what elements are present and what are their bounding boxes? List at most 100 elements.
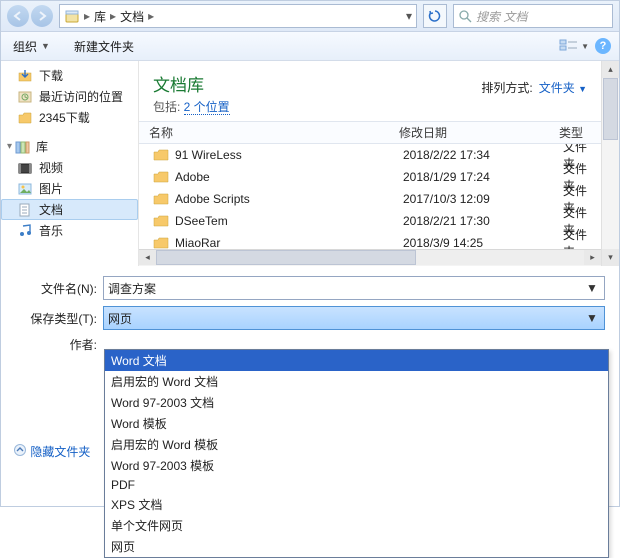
column-date[interactable]: 修改日期 <box>389 124 549 141</box>
scroll-down-button[interactable]: ▾ <box>602 249 619 266</box>
chevron-up-icon <box>13 443 27 457</box>
chevron-down-icon: ▼ <box>581 42 589 51</box>
dropdown-option[interactable]: XPS 文档 <box>105 494 608 515</box>
hide-folders-link[interactable]: 隐藏文件夹 <box>13 443 90 460</box>
file-list: 91 WireLess2018/2/22 17:34文件夹 Adobe 2018/1… <box>139 144 601 249</box>
chevron-down-icon: ▼ <box>578 84 587 94</box>
folder-icon <box>153 170 169 184</box>
search-icon <box>458 9 472 23</box>
dropdown-option[interactable]: 启用宏的 Word 模板 <box>105 434 608 455</box>
filename-value: 调查方案 <box>108 280 156 297</box>
nav-back-button[interactable] <box>7 5 29 27</box>
sidebar-item-documents[interactable]: 文档 <box>1 199 138 220</box>
file-date: 2018/1/29 17:24 <box>393 170 553 184</box>
filetype-select[interactable]: 网页 ▼ <box>103 306 605 330</box>
filename-label: 文件名(N): <box>1 280 103 297</box>
table-row[interactable]: DSeeTem2018/2/21 17:30文件夹 <box>139 210 601 232</box>
table-row[interactable]: Adobe Scripts2017/10/3 12:09文件夹 <box>139 188 601 210</box>
folder-icon <box>153 236 169 249</box>
sidebar-item-2345[interactable]: 2345下载 <box>1 107 138 128</box>
sidebar-item-video[interactable]: 视频 <box>1 157 138 178</box>
filename-input[interactable]: 调查方案 ▼ <box>103 276 605 300</box>
refresh-icon <box>428 9 442 23</box>
breadcrumb-segment[interactable]: 库 <box>94 8 106 25</box>
table-row[interactable]: 91 WireLess2018/2/22 17:34文件夹 <box>139 144 601 166</box>
chevron-right-icon: ▸ <box>148 9 154 23</box>
sidebar-group-library[interactable]: ▾ 库 <box>1 136 138 157</box>
dropdown-option[interactable]: 单个文件网页 <box>105 515 608 536</box>
dropdown-icon[interactable]: ▾ <box>406 9 412 23</box>
new-folder-label: 新建文件夹 <box>74 38 134 55</box>
nav-forward-button[interactable] <box>31 5 53 27</box>
recent-icon <box>17 89 33 105</box>
file-date: 2018/2/22 17:34 <box>393 148 553 162</box>
file-name: Adobe <box>175 170 210 184</box>
sidebar-item-label: 文档 <box>39 201 63 218</box>
organize-button[interactable]: 组织 ▼ <box>9 36 54 57</box>
column-name[interactable]: 名称 <box>139 124 389 141</box>
sidebar-item-label: 2345下载 <box>39 109 90 126</box>
chevron-down-icon[interactable]: ▼ <box>584 311 600 325</box>
organize-label: 组织 <box>13 38 37 55</box>
dropdown-option[interactable]: Word 97-2003 模板 <box>105 455 608 476</box>
sidebar-item-pictures[interactable]: 图片 <box>1 178 138 199</box>
download-icon <box>17 68 33 84</box>
scroll-left-button[interactable]: ◂ <box>139 250 156 265</box>
breadcrumb-segment[interactable]: 文档 <box>120 8 144 25</box>
sort-value-link[interactable]: 文件夹 ▼ <box>539 79 587 96</box>
search-input[interactable]: 搜索 文档 <box>453 4 613 28</box>
breadcrumb[interactable]: ▸ 库 ▸ 文档 ▸ ▾ <box>59 4 417 28</box>
scroll-right-button[interactable]: ▸ <box>584 250 601 265</box>
column-type[interactable]: 类型 <box>549 124 601 141</box>
folder-icon <box>153 192 169 206</box>
new-folder-button[interactable]: 新建文件夹 <box>70 36 138 57</box>
file-name: Adobe Scripts <box>175 192 250 206</box>
file-name: MiaoRar <box>175 236 220 249</box>
library-title: 文档库 <box>153 71 230 96</box>
sidebar: 下载 最近访问的位置 2345下载 ▾ 库 视频 图片 文档 <box>1 61 139 266</box>
filetype-value: 网页 <box>108 310 132 327</box>
video-icon <box>17 160 33 176</box>
dropdown-option[interactable]: Word 模板 <box>105 413 608 434</box>
sidebar-item-recent[interactable]: 最近访问的位置 <box>1 86 138 107</box>
scroll-thumb[interactable] <box>156 250 416 265</box>
library-subtitle: 包括: 2 个位置 <box>153 98 230 115</box>
filetype-dropdown[interactable]: Word 文档启用宏的 Word 文档Word 97-2003 文档Word 模… <box>104 349 609 558</box>
author-label: 作者: <box>1 336 103 353</box>
dropdown-option[interactable]: Word 文档 <box>105 350 608 371</box>
sort-label: 排列方式: <box>481 79 532 96</box>
dropdown-option[interactable]: 网页 <box>105 536 608 557</box>
arrow-left-icon <box>13 11 23 21</box>
vertical-scrollbar[interactable]: ▴ ▾ <box>601 61 619 266</box>
table-row[interactable]: Adobe2018/1/29 17:24文件夹 <box>139 166 601 188</box>
sidebar-item-label: 音乐 <box>39 222 63 239</box>
music-icon <box>17 223 33 239</box>
scroll-up-button[interactable]: ▴ <box>602 61 619 78</box>
sidebar-item-label: 图片 <box>39 180 63 197</box>
arrow-right-icon <box>37 11 47 21</box>
horizontal-scrollbar[interactable]: ◂ ▸ <box>139 249 601 266</box>
refresh-button[interactable] <box>423 4 447 28</box>
sidebar-item-downloads[interactable]: 下载 <box>1 65 138 86</box>
search-placeholder: 搜索 文档 <box>476 8 527 25</box>
dropdown-option[interactable]: PDF <box>105 476 608 494</box>
expand-icon[interactable]: ▾ <box>7 141 12 152</box>
view-icon <box>559 38 579 54</box>
sidebar-item-label: 库 <box>36 138 48 155</box>
chevron-down-icon[interactable]: ▼ <box>584 281 600 295</box>
dropdown-option[interactable]: 启用宏的 Word 文档 <box>105 371 608 392</box>
scroll-thumb[interactable] <box>603 78 618 140</box>
sidebar-item-music[interactable]: 音乐 <box>1 220 138 241</box>
locations-link[interactable]: 2 个位置 <box>184 100 230 115</box>
help-icon: ? <box>600 40 607 52</box>
library-icon <box>14 139 30 155</box>
document-icon <box>17 202 33 218</box>
table-row[interactable]: MiaoRar2018/3/9 14:25文件夹 <box>139 232 601 249</box>
file-name: DSeeTem <box>175 214 228 228</box>
folder-icon <box>153 148 169 162</box>
help-button[interactable]: ? <box>595 38 611 54</box>
view-button[interactable]: ▼ <box>559 38 589 54</box>
dropdown-option[interactable]: Word 97-2003 文档 <box>105 392 608 413</box>
sidebar-item-label: 视频 <box>39 159 63 176</box>
sidebar-item-label: 最近访问的位置 <box>39 88 123 105</box>
